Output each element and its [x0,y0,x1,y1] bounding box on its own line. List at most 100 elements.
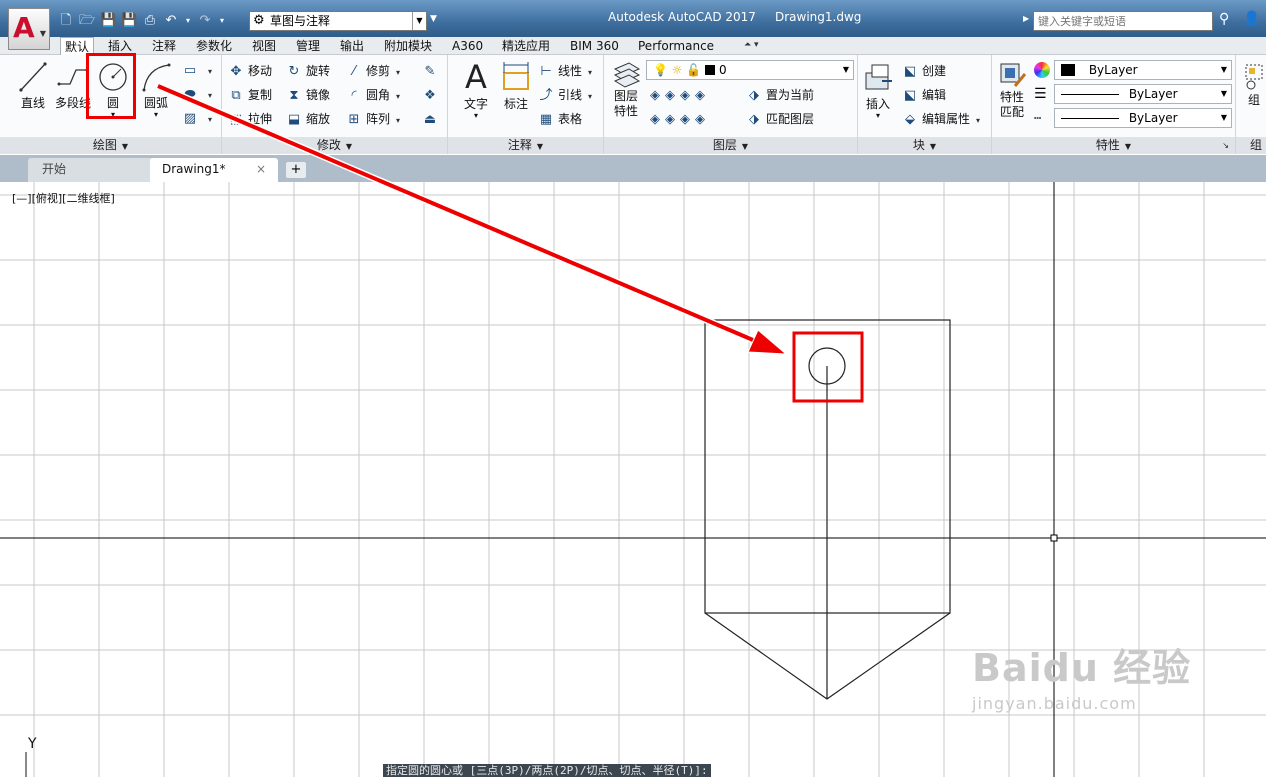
close-icon[interactable]: × [256,158,266,180]
color-dropdown[interactable]: ByLayer ▼ [1054,60,1232,80]
save-icon[interactable]: 💾 [100,13,116,29]
leader-button[interactable]: ⤴ 引线 ▾ [538,85,592,105]
properties-panel-title[interactable]: 特性 ▼ ↘ [992,137,1235,154]
layer-dropdown[interactable]: 💡 ☼ 🔓 0 ▼ [646,60,854,80]
linetype-icon[interactable]: ☰ [1034,87,1047,101]
chevron-down-icon[interactable]: ▾ [136,111,176,119]
tab-bim360[interactable]: BIM 360 [566,37,623,55]
application-menu-button[interactable]: A ▼ [8,8,50,50]
array-button[interactable]: ⊞ 阵列 ▾ [346,109,400,129]
scale-button[interactable]: ⬓ 缩放 [286,109,330,129]
chevron-down-icon[interactable]: ▾ [456,112,496,120]
text-button[interactable]: A 文字 ▾ [456,59,496,120]
insert-block-button[interactable]: 插入 ▾ [860,61,896,120]
chevron-down-icon[interactable]: ▾ [860,112,896,120]
tab-manage[interactable]: 管理 [292,37,324,55]
ribbon-display-toggle-icon[interactable]: ⏶ ▾ [744,40,770,52]
lineweight-preview-line [1061,118,1119,119]
color-wheel-icon[interactable] [1034,62,1050,78]
user-icon[interactable]: 👤 [1243,11,1260,27]
gradient-button[interactable]: ▨ ▾ [182,108,212,128]
modify-panel-title[interactable]: 修改 ▼ [222,137,447,154]
lineweight-icon[interactable]: ┅ [1034,111,1041,125]
annotation-panel-title[interactable]: 注释 ▼ [448,137,603,154]
linear-dimension-button[interactable]: ⊢ 线性 ▾ [538,61,592,81]
layer-properties-button[interactable]: 图层特性 [608,59,644,119]
tab-parametric[interactable]: 参数化 [192,37,236,55]
rotate-button[interactable]: ↻ 旋转 [286,61,330,81]
layers-panel: 图层特性 💡 ☼ 🔓 0 ▼ ◈ ◈ ◈ ◈ ⬗ 置为当前 ◈ ◈ ◈ ◈ ⬗ 匹配… [604,55,858,154]
group-panel-title[interactable]: 组 [1236,137,1266,154]
set-current-layer-button[interactable]: ⬗ 置为当前 [746,85,814,105]
layer-off-icon[interactable]: ◈ [650,88,660,103]
command-line-prompt[interactable]: 指定圆的圆心或 [三点(3P)/两点(2P)/切点、切点、半径(T)]: [383,764,711,777]
search-input[interactable] [1033,11,1213,31]
edit-attributes-button[interactable]: ⬙ 编辑属性 ▾ [902,109,980,129]
tab-output[interactable]: 输出 [336,37,368,55]
layer-thaw-icon[interactable]: ◈ [680,112,690,127]
fillet-button[interactable]: ◜ 圆角 ▾ [346,85,400,105]
dimension-button[interactable]: 标注 [498,59,534,112]
move-button[interactable]: ✥ 移动 [228,61,272,81]
tab-drawing1[interactable]: Drawing1* × [150,158,278,182]
hatch-button[interactable]: ⬬ ▾ [182,84,212,104]
copy-label: 复制 [248,88,273,102]
redo-icon[interactable]: ↷ [197,13,213,29]
customize-toolbar-icon[interactable]: ▼ [430,14,437,24]
chevron-down-icon: ▼ [929,142,937,151]
tab-start[interactable]: 开始 [28,158,156,182]
group-button[interactable]: 组 [1240,61,1266,108]
new-tab-button[interactable]: + [286,162,306,178]
undo-dropdown-icon[interactable]: ▾ [184,13,192,29]
tab-featured-apps[interactable]: 精选应用 [498,37,554,55]
explode-button[interactable]: ❖ [422,85,442,105]
rectangle-button[interactable]: ▭ ▾ [182,60,212,80]
layer-unisolate-icon[interactable]: ◈ [665,112,675,127]
mirror-button[interactable]: ⧗ 镜像 [286,85,330,105]
print-icon[interactable]: ⎙ [142,13,158,29]
create-block-button[interactable]: ⬕ 创建 [902,61,946,81]
trim-button[interactable]: ⁄ 修剪 ▾ [346,61,400,81]
layers-panel-title[interactable]: 图层 ▼ [604,137,857,154]
layer-unlock-icon[interactable]: ◈ [695,112,705,127]
search-expand-icon[interactable]: ▶ [1023,14,1029,23]
match-properties-button[interactable]: 特性匹配 [994,60,1030,120]
annotation-panel-label: 注释 [507,138,532,152]
draw-panel-title[interactable]: 绘图 ▼ [0,137,221,154]
new-file-icon[interactable]: 🗋 [58,13,74,29]
tab-annotate[interactable]: 注释 [148,37,180,55]
drawing-canvas[interactable]: [—][俯视][二维线框] Y Baidu 经验 jingyan.baidu.c… [0,182,1266,777]
linetype-dropdown[interactable]: ByLayer ▼ [1054,84,1232,104]
block-panel-title[interactable]: 块 ▼ [858,137,991,154]
edit-block-button[interactable]: ⬕ 编辑 [902,85,946,105]
layer-on-icon[interactable]: ◈ [650,112,660,127]
binoculars-icon[interactable]: ⚲ [1219,11,1229,27]
save-as-icon[interactable]: 💾 [121,13,137,29]
gradient-icon: ▨ [183,111,197,126]
workspace-selector[interactable]: ⚙ 草图与注释 ▼ [249,11,427,31]
viewport-controls[interactable]: [—][俯视][二维线框] [12,190,115,206]
tab-a360[interactable]: A360 [448,37,487,55]
offset-button[interactable]: ⏏ [422,109,442,129]
table-button[interactable]: ▦ 表格 [538,109,582,129]
tab-performance[interactable]: Performance [634,37,718,55]
layer-isolate-icon[interactable]: ◈ [665,88,675,103]
arc-button[interactable]: 圆弧 ▾ [136,60,176,119]
match-layer-button[interactable]: ⬗ 匹配图层 [746,109,814,129]
tab-start-label: 开始 [42,162,67,176]
lineweight-dropdown[interactable]: ByLayer ▼ [1054,108,1232,128]
layer-freeze-icon[interactable]: ◈ [680,88,690,103]
open-file-icon[interactable]: 🗁 [79,13,95,29]
tab-view[interactable]: 视图 [248,37,280,55]
line-button[interactable]: 直线 [14,60,52,111]
chevron-down-icon[interactable]: ▼ [412,12,426,30]
stretch-button[interactable]: ⬚ 拉伸 [228,109,272,129]
redo-dropdown-icon[interactable]: ▾ [218,13,226,29]
panel-launcher-icon[interactable]: ↘ [1222,137,1229,154]
copy-button[interactable]: ⧉ 复制 [228,85,272,105]
chevron-down-icon: ▼ [842,65,849,74]
erase-button[interactable]: ✎ [422,61,442,81]
undo-icon[interactable]: ↶ [163,13,179,29]
tab-addins[interactable]: 附加模块 [380,37,436,55]
layer-lock-icon[interactable]: ◈ [695,88,705,103]
